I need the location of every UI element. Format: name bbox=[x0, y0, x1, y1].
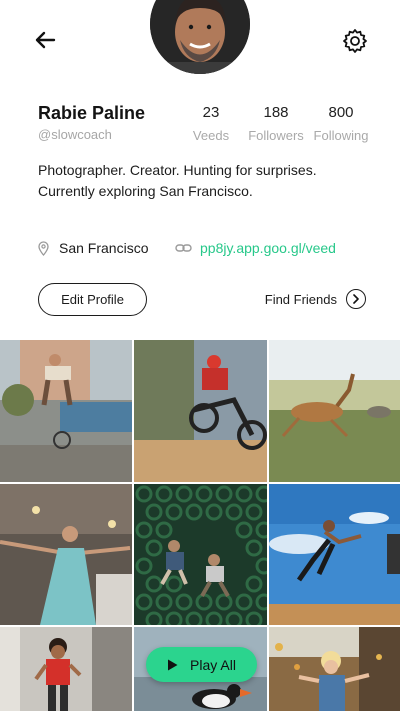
photo-tile[interactable] bbox=[134, 340, 267, 482]
photo-tile[interactable] bbox=[269, 627, 400, 711]
play-all-label: Play All bbox=[190, 656, 236, 673]
arrow-left-icon bbox=[35, 31, 56, 49]
photo-tile[interactable] bbox=[0, 627, 132, 711]
stat-label: Followers bbox=[248, 128, 304, 143]
bmx-rider-jump-photo bbox=[0, 340, 132, 482]
stat-label: Following bbox=[313, 128, 369, 143]
mountain-biker-photo bbox=[134, 340, 267, 482]
jumping-woman-sky-photo bbox=[269, 484, 400, 625]
bio-line: Currently exploring San Francisco. bbox=[38, 183, 253, 199]
avatar-image bbox=[150, 0, 250, 74]
top-bar bbox=[0, 0, 400, 90]
gear-icon bbox=[343, 29, 367, 53]
profile-bio: Photographer. Creator. Hunting for surpr… bbox=[38, 160, 368, 202]
stat-following[interactable]: 800 Following bbox=[306, 104, 376, 143]
photo-tile[interactable] bbox=[0, 484, 132, 625]
stat-followers[interactable]: 188 Followers bbox=[241, 104, 311, 143]
location-text: San Francisco bbox=[59, 240, 149, 256]
stat-value: 800 bbox=[328, 104, 354, 121]
chevron-right-circle-icon bbox=[346, 289, 366, 309]
photo-tile[interactable] bbox=[0, 340, 132, 482]
stat-veeds[interactable]: 23 Veeds bbox=[176, 104, 246, 143]
stat-value: 188 bbox=[263, 104, 289, 121]
pin-icon bbox=[38, 240, 49, 256]
photo-tile[interactable] bbox=[134, 484, 267, 625]
profile-handle: @slowcoach bbox=[38, 127, 112, 142]
profile-link[interactable]: pp8jy.app.goo.gl/veed bbox=[175, 240, 336, 256]
dancer-in-blue-dress-photo bbox=[0, 484, 132, 625]
photo-tile[interactable] bbox=[269, 340, 400, 482]
profile-location: San Francisco bbox=[38, 240, 148, 256]
stat-label: Veeds bbox=[192, 128, 230, 143]
profile-name: Rabie Paline bbox=[38, 103, 146, 123]
child-in-red-photo bbox=[0, 627, 132, 711]
stat-value: 23 bbox=[202, 104, 220, 121]
edit-profile-button[interactable]: Edit Profile bbox=[38, 283, 147, 316]
find-friends-button[interactable]: Find Friends bbox=[265, 289, 366, 309]
bio-line: Photographer. Creator. Hunting for surpr… bbox=[38, 162, 317, 178]
play-icon bbox=[167, 659, 178, 671]
back-button[interactable] bbox=[30, 26, 60, 54]
link-text[interactable]: pp8jy.app.goo.gl/veed bbox=[200, 240, 336, 256]
avatar[interactable] bbox=[150, 0, 250, 74]
find-friends-label: Find Friends bbox=[264, 291, 337, 307]
settings-button[interactable] bbox=[340, 26, 370, 56]
play-all-button[interactable]: Play All bbox=[146, 647, 257, 682]
boy-with-leaves-photo bbox=[269, 627, 400, 711]
kids-on-green-pipes-photo bbox=[134, 484, 267, 625]
photo-tile[interactable] bbox=[269, 484, 400, 625]
chain-link-icon bbox=[175, 243, 192, 253]
leaping-antelope-photo bbox=[269, 340, 400, 482]
